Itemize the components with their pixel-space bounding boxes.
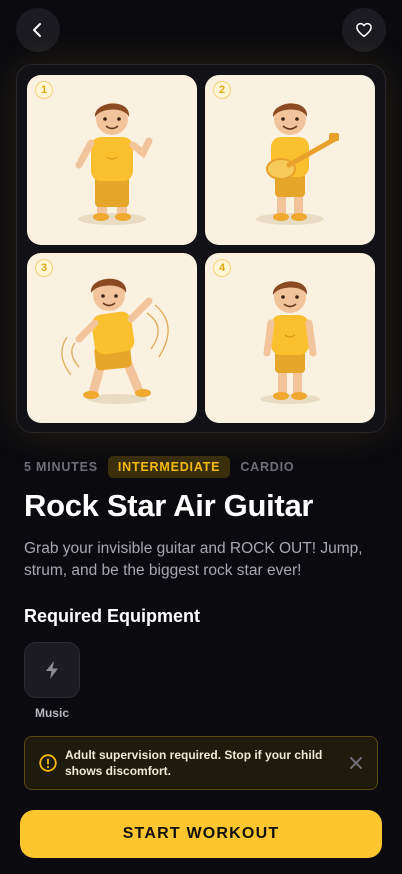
step-number-badge: 4: [213, 259, 231, 277]
equipment-item[interactable]: Music: [24, 642, 80, 720]
equipment-icon-box: [24, 642, 80, 698]
close-icon[interactable]: [349, 756, 363, 770]
alert-circle-icon: [39, 754, 57, 772]
category-tag: CARDIO: [240, 460, 295, 474]
warning-text: Adult supervision required. Stop if your…: [65, 748, 323, 778]
step-illustration: 3: [27, 253, 197, 423]
equipment-heading: Required Equipment: [24, 606, 201, 626]
workout-description: Grab your invisible guitar and ROCK OUT!…: [24, 540, 363, 579]
duration-tag: 5 MINUTES: [24, 460, 98, 474]
lightning-icon: [46, 661, 58, 679]
start-workout-button[interactable]: START WORKOUT: [20, 810, 382, 858]
step-illustration: 2: [205, 75, 375, 245]
equipment-label: Music: [34, 706, 69, 720]
workout-title: Rock Star Air Guitar: [24, 488, 314, 523]
chevron-left-icon: [33, 23, 41, 37]
supervision-warning: Adult supervision required. Stop if your…: [24, 736, 378, 790]
step-illustration: 4: [205, 253, 375, 423]
heart-icon: [356, 22, 372, 38]
kid-waving-illustration: [75, 103, 153, 225]
level-badge: INTERMEDIATE: [107, 456, 231, 478]
step-number-badge: 2: [213, 81, 231, 99]
step-number-badge: 3: [35, 259, 53, 277]
kid-guitar-illustration: [256, 103, 339, 225]
exercise-step-gallery: 1 2 3 4: [16, 64, 386, 433]
favorite-button[interactable]: [342, 8, 386, 52]
kid-standing-illustration: [260, 281, 320, 404]
back-button[interactable]: [16, 8, 60, 52]
step-number-badge: 1: [35, 81, 53, 99]
kid-jumping-illustration: [61, 278, 169, 404]
workout-meta: 5 MINUTES INTERMEDIATE CARDIO: [24, 456, 294, 478]
step-illustration: 1: [27, 75, 197, 245]
